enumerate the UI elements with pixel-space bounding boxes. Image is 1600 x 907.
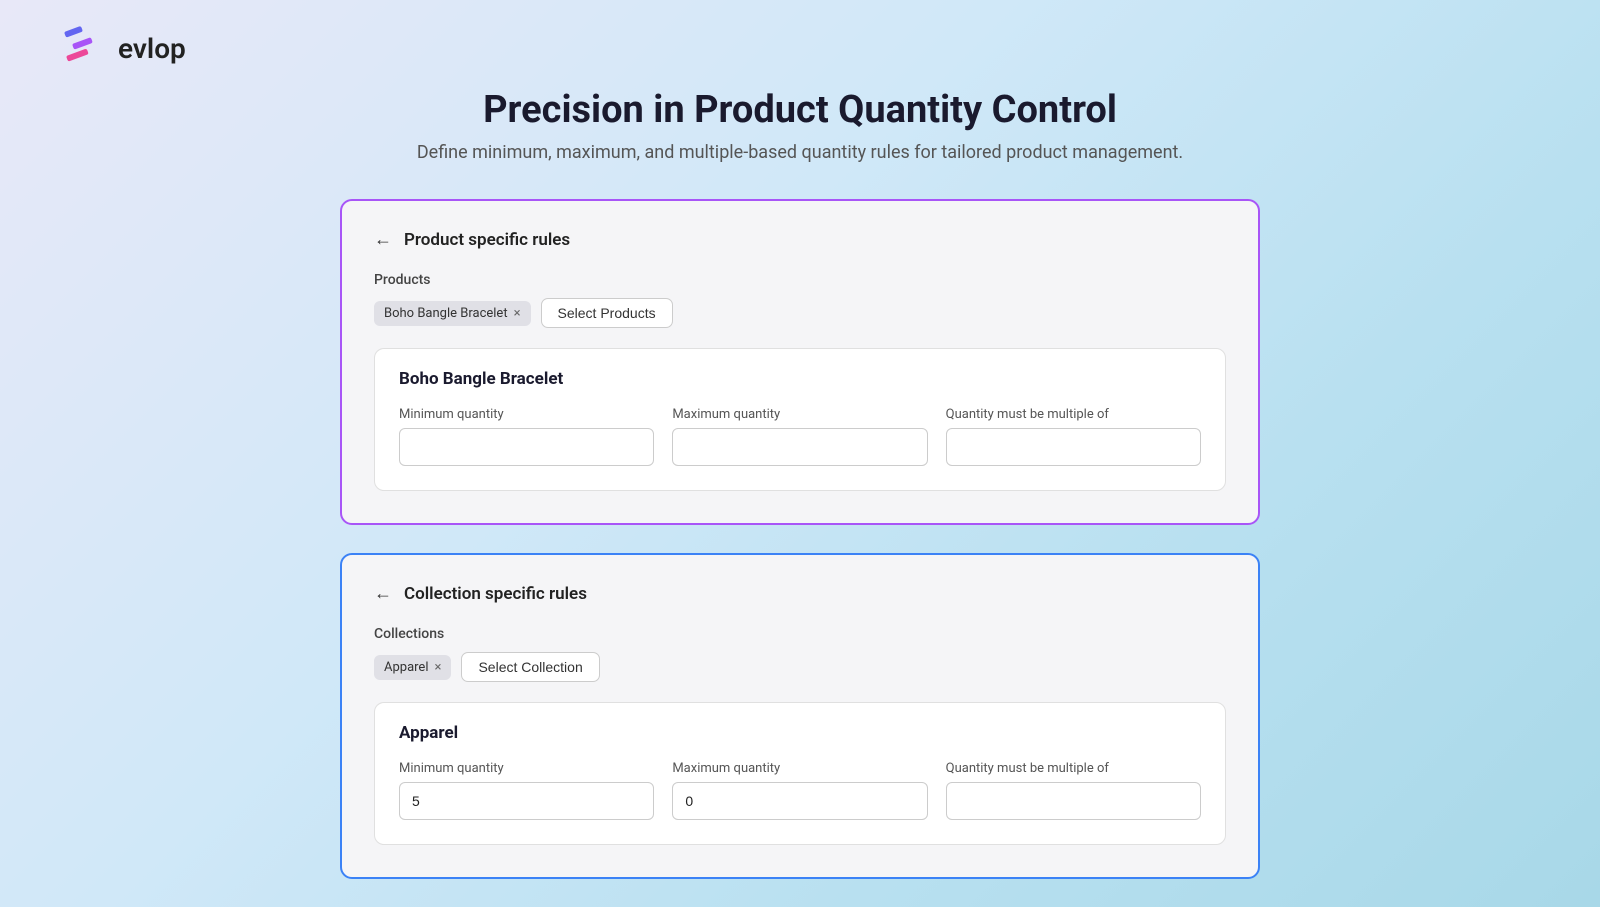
collection-tag-row: Apparel × Select Collection bbox=[374, 652, 1226, 682]
collection-max-qty-input[interactable] bbox=[672, 782, 927, 820]
header: evlop bbox=[0, 0, 1600, 88]
product-multiple-qty-group: Quantity must be multiple of bbox=[946, 407, 1201, 466]
product-min-qty-input[interactable] bbox=[399, 428, 654, 466]
collection-max-qty-label: Maximum quantity bbox=[672, 761, 927, 776]
collection-card-header: ← Collection specific rules bbox=[374, 583, 1226, 604]
page-title: Precision in Product Quantity Control bbox=[483, 88, 1117, 132]
product-name: Boho Bangle Bracelet bbox=[399, 369, 1201, 389]
logo: evlop bbox=[60, 24, 186, 72]
product-max-qty-label: Maximum quantity bbox=[672, 407, 927, 422]
collection-back-arrow[interactable]: ← bbox=[374, 583, 392, 604]
product-card-title: Product specific rules bbox=[404, 230, 570, 250]
collection-multiple-qty-input[interactable] bbox=[946, 782, 1201, 820]
collection-tag: Apparel × bbox=[374, 655, 451, 680]
collection-card-title: Collection specific rules bbox=[404, 584, 587, 604]
collection-max-qty-group: Maximum quantity bbox=[672, 761, 927, 820]
collection-tag-label: Apparel bbox=[384, 660, 429, 675]
product-multiple-qty-label: Quantity must be multiple of bbox=[946, 407, 1201, 422]
product-tag-label: Boho Bangle Bracelet bbox=[384, 306, 508, 321]
collection-section-label: Collections bbox=[374, 626, 1226, 642]
product-section-label: Products bbox=[374, 272, 1226, 288]
main-content: Precision in Product Quantity Control De… bbox=[0, 88, 1600, 907]
collection-min-qty-label: Minimum quantity bbox=[399, 761, 654, 776]
collection-min-qty-group: Minimum quantity bbox=[399, 761, 654, 820]
product-tag-row: Boho Bangle Bracelet × Select Products bbox=[374, 298, 1226, 328]
page-subtitle: Define minimum, maximum, and multiple-ba… bbox=[417, 142, 1183, 163]
product-min-qty-label: Minimum quantity bbox=[399, 407, 654, 422]
product-min-qty-group: Minimum quantity bbox=[399, 407, 654, 466]
collection-min-qty-input[interactable] bbox=[399, 782, 654, 820]
select-products-button[interactable]: Select Products bbox=[541, 298, 673, 328]
product-card-header: ← Product specific rules bbox=[374, 229, 1226, 250]
select-collection-button[interactable]: Select Collection bbox=[461, 652, 599, 682]
product-multiple-qty-input[interactable] bbox=[946, 428, 1201, 466]
collection-multiple-qty-label: Quantity must be multiple of bbox=[946, 761, 1201, 776]
evlop-logo-icon bbox=[60, 24, 108, 72]
product-tag-close[interactable]: × bbox=[514, 306, 521, 321]
collection-rules-card: ← Collection specific rules Collections … bbox=[340, 553, 1260, 879]
product-max-qty-input[interactable] bbox=[672, 428, 927, 466]
product-tag: Boho Bangle Bracelet × bbox=[374, 301, 531, 326]
collection-detail-card: Apparel Minimum quantity Maximum quantit… bbox=[374, 702, 1226, 845]
collection-tag-close[interactable]: × bbox=[435, 660, 442, 675]
collection-name: Apparel bbox=[399, 723, 1201, 743]
product-fields-row: Minimum quantity Maximum quantity Quanti… bbox=[399, 407, 1201, 466]
logo-text: evlop bbox=[118, 32, 186, 65]
collection-multiple-qty-group: Quantity must be multiple of bbox=[946, 761, 1201, 820]
product-detail-card: Boho Bangle Bracelet Minimum quantity Ma… bbox=[374, 348, 1226, 491]
product-max-qty-group: Maximum quantity bbox=[672, 407, 927, 466]
product-rules-card: ← Product specific rules Products Boho B… bbox=[340, 199, 1260, 525]
collection-fields-row: Minimum quantity Maximum quantity Quanti… bbox=[399, 761, 1201, 820]
product-back-arrow[interactable]: ← bbox=[374, 229, 392, 250]
